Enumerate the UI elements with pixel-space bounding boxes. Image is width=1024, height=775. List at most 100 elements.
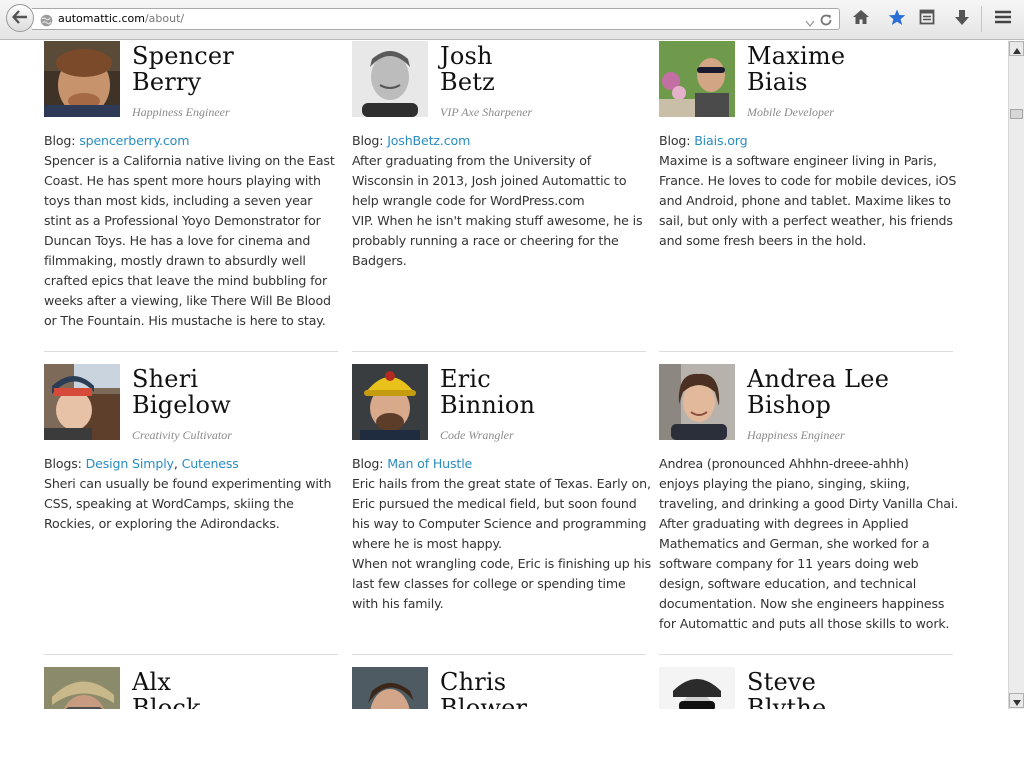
bio-line: sail, but only with a perfect weather, h…	[659, 213, 953, 228]
menu-button[interactable]	[992, 9, 1014, 29]
person-last-name: Berry	[132, 68, 202, 96]
person-card-steve-blythe: Steve Blythe	[659, 654, 953, 709]
person-bio: Andrea (pronounced Ahhhn-dreee-ahhh) enj…	[659, 454, 959, 634]
person-card-eric-binnion: Eric Binnion Code Wrangler Blog: Man of …	[352, 351, 651, 611]
blog-link[interactable]: spencerberry.com	[79, 133, 189, 148]
bio-line: documentation. Now she engineers happine…	[659, 596, 945, 611]
bio-line: After graduating from the University of	[352, 153, 592, 168]
bio-line: Spencer is a California native living on…	[44, 153, 335, 168]
bio-line: stint as a Professional Yoyo Demonstrato…	[44, 213, 321, 228]
blog-label: Blogs:	[44, 456, 86, 471]
person-last-name: Biais	[747, 68, 808, 96]
bio-line: software company for 11 years doing web	[659, 556, 919, 571]
dropdown-arrow-icon[interactable]	[805, 13, 815, 32]
person-bio: After graduating from the University of …	[352, 151, 652, 271]
bio-line: enjoys playing the piano, singing, skiin…	[659, 476, 910, 491]
person-bio: Spencer is a California native living on…	[44, 151, 344, 331]
person-bio: Sheri can usually be found experimenting…	[44, 474, 344, 534]
blank-area	[0, 709, 1024, 775]
person-photo	[44, 41, 120, 117]
person-photo	[352, 41, 428, 117]
person-blog: Blog: spencerberry.com	[44, 131, 190, 151]
person-last-name: Bigelow	[132, 391, 231, 419]
bio-line: Rockies, or exploring the Adirondacks.	[44, 516, 280, 531]
blog-link[interactable]: Biais.org	[694, 133, 747, 148]
scroll-down-button[interactable]	[1009, 693, 1024, 708]
scroll-down-arrow-icon	[1012, 691, 1021, 710]
person-role: VIP Axe Sharpener	[440, 105, 533, 119]
person-photo	[659, 364, 735, 440]
url-host: automattic.com	[58, 12, 145, 25]
blog-label: Blog:	[44, 133, 80, 148]
home-button[interactable]	[850, 9, 872, 29]
bio-line: design, software education, and technica…	[659, 576, 917, 591]
person-card-sheri-bigelow: Sheri Bigelow Creativity Cultivator Blog…	[44, 351, 338, 531]
person-last-name: Block	[132, 694, 201, 709]
person-last-name: Blower	[440, 694, 528, 709]
blog-label: Blog:	[659, 133, 695, 148]
downloads-button[interactable]	[951, 9, 973, 29]
person-first-name: Alx	[132, 668, 172, 696]
bio-line: France. He loves to code for mobile devi…	[659, 173, 957, 188]
bio-line: Mathematics and German, she worked for a	[659, 536, 930, 551]
blog-link[interactable]: Design Simply	[86, 456, 174, 471]
bio-line: Eric hails from the great state of Texas…	[352, 476, 651, 491]
bio-line: traveling, and drinking a good Dirty Van…	[659, 496, 959, 511]
back-button[interactable]	[6, 4, 34, 32]
person-photo	[659, 667, 735, 709]
bookmark-button[interactable]	[886, 9, 908, 29]
person-blog: Blogs: Design Simply, Cuteness	[44, 454, 239, 474]
blog-link[interactable]: Man of Hustle	[387, 456, 472, 471]
person-first-name: Eric	[440, 365, 491, 393]
bio-line: last few classes for college or spending…	[352, 576, 626, 591]
person-role: Happiness Engineer	[747, 428, 845, 442]
bio-line: with his family.	[352, 596, 444, 611]
person-role: Creativity Cultivator	[132, 428, 232, 442]
scroll-up-button[interactable]	[1009, 41, 1024, 56]
person-bio: Maxime is a software engineer living in …	[659, 151, 959, 251]
bio-line: Wisconsin in 2013, Josh joined Automatti…	[352, 173, 627, 188]
person-first-name: Josh	[440, 42, 493, 70]
person-photo	[352, 364, 428, 440]
person-first-name: Sheri	[132, 365, 199, 393]
person-last-name: Betz	[440, 68, 495, 96]
blog-separator: ,	[173, 456, 182, 471]
bio-line: Maxime is a software engineer living in …	[659, 153, 937, 168]
bio-line: Badgers.	[352, 253, 407, 268]
url-path: /about/	[144, 12, 185, 25]
bio-line: crafted epics that leave the mind bubbli…	[44, 273, 327, 288]
person-blog: Blog: Man of Hustle	[352, 454, 472, 474]
vertical-scrollbar[interactable]	[1008, 41, 1024, 709]
download-icon	[954, 9, 970, 30]
reload-icon[interactable]	[819, 12, 833, 31]
blog-link[interactable]: JoshBetz.com	[387, 133, 470, 148]
reading-list-button[interactable]	[916, 9, 938, 29]
person-card-chris-blower: Chris Blower	[352, 654, 646, 709]
bookmark-star-icon	[888, 9, 906, 30]
scrollbar-thumb[interactable]	[1010, 109, 1023, 119]
bio-line: Sheri can usually be found experimenting…	[44, 476, 332, 491]
person-role: Happiness Engineer	[132, 105, 230, 119]
person-first-name: Chris	[440, 668, 507, 696]
bio-line: help wrangle code for WordPress.com	[352, 193, 585, 208]
bio-line: Duncan Toys. He has a love for cinema an…	[44, 233, 311, 248]
bio-line: After graduating with degrees in Applied	[659, 516, 909, 531]
bio-line: VIP. When he isn't making stuff awesome,…	[352, 213, 643, 228]
address-bar[interactable]: automattic.com/about/	[32, 8, 840, 30]
person-first-name: Maxime	[747, 42, 846, 70]
back-arrow-icon	[12, 9, 28, 28]
bio-line: Andrea (pronounced Ahhhn-dreee-ahhh)	[659, 456, 909, 471]
bio-line: When not wrangling code, Eric is finishi…	[352, 556, 652, 571]
bio-line: his way to Computer Science and programm…	[352, 516, 647, 531]
person-blog: Blog: Biais.org	[659, 131, 748, 151]
person-card-andrea-lee-bishop: Andrea Lee Bishop Happiness Engineer And…	[659, 351, 958, 631]
person-last-name: Blythe	[747, 694, 827, 709]
blog-link-2[interactable]: Cuteness	[182, 456, 239, 471]
bio-line: weeks after a viewing, like There Will B…	[44, 293, 331, 308]
bio-line: Coast. He has spent more hours playing w…	[44, 173, 321, 188]
person-role: Mobile Developer	[747, 105, 834, 119]
bio-line: and some fresh beers in the hold.	[659, 233, 867, 248]
person-card-alx-block: Alx Block	[44, 654, 338, 709]
menu-icon	[994, 9, 1012, 29]
url-text: automattic.com/about/	[58, 12, 184, 25]
